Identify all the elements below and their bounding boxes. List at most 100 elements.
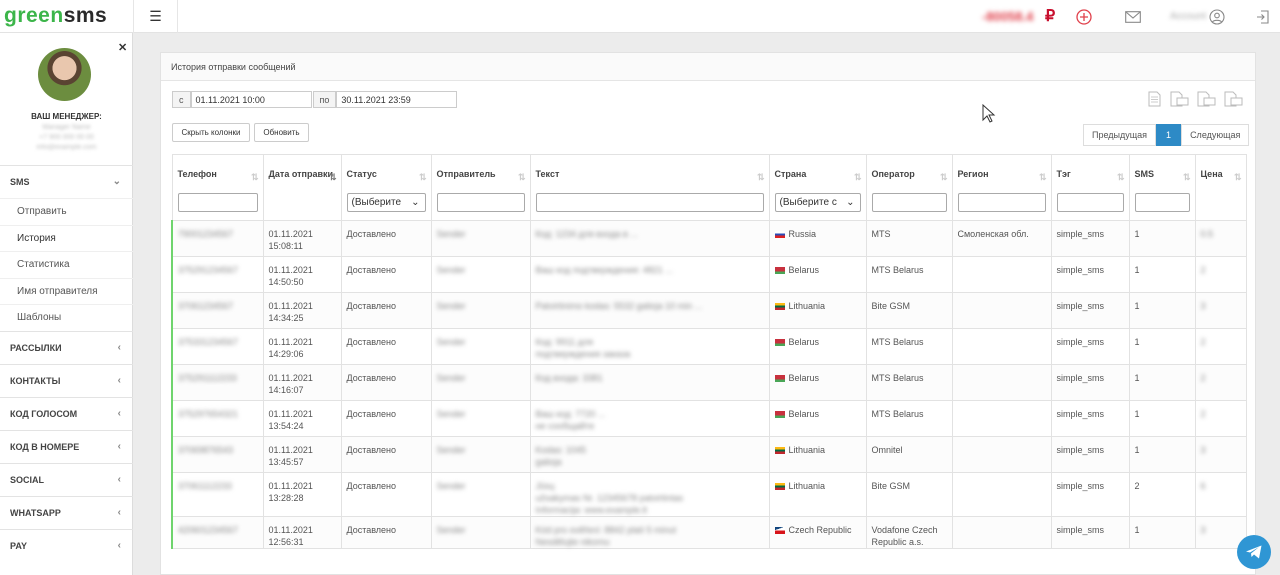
table-row[interactable]: 37061234567 01.11.2021 14:34:25 Доставлено S…	[171, 292, 1247, 329]
table-row[interactable]: 375331234567 01.11.2021 14:29:06 Доставлено…	[171, 328, 1247, 365]
add-balance-icon[interactable]	[1075, 8, 1092, 25]
cell-text: Patvirtinimo kodas: 5532 galioja 10 min …	[529, 292, 770, 329]
sidebar-section-voice-code[interactable]: КОД ГОЛОСОМ ‹	[0, 396, 133, 430]
country-filter-select[interactable]: (Выберите с ⌄	[774, 193, 861, 212]
date-to-input[interactable]: 30.11.2021 23:59	[336, 91, 458, 108]
message-text-line: Ваш код: 7720 ...	[535, 409, 606, 419]
col-operator[interactable]: Оператор ⇅	[865, 154, 953, 221]
message-text-line: Код: 9911 для	[535, 337, 594, 347]
sender-filter-input[interactable]	[436, 193, 525, 212]
table-row[interactable]: 37069876543 01.11.2021 13:45:57 Доставлено S…	[171, 436, 1247, 473]
manager-email: info@example.com	[36, 144, 97, 151]
sidebar-item-sender-name[interactable]: Имя отправителя	[0, 277, 133, 305]
cell-price: 0.5	[1194, 220, 1247, 257]
table-row[interactable]: 375291234567 01.11.2021 14:50:50 Доставлено…	[171, 256, 1247, 293]
sidebar-item-history[interactable]: История	[0, 224, 133, 252]
cell-date: 01.11.2021 15:08:11	[262, 220, 342, 257]
col-price[interactable]: Цена ⇅	[1194, 154, 1247, 221]
export-excel-icon[interactable]	[1196, 91, 1216, 107]
col-phone[interactable]: Телефон ⇅	[171, 154, 264, 221]
col-sender[interactable]: Отправитель ⇅	[430, 154, 531, 221]
close-icon[interactable]: ✕	[118, 41, 127, 54]
cell-text: Код входа: 3381	[529, 364, 770, 401]
cell-date: 01.11.2021 14:34:25	[262, 292, 342, 329]
panel-title: История отправки сообщений	[161, 53, 1255, 81]
current-page-button[interactable]: 1	[1156, 124, 1182, 146]
refresh-button[interactable]: Обновить	[254, 123, 309, 142]
message-text-line: Kód pro ověření: 8842 platí 5 minut	[535, 525, 677, 535]
message-text-line: Nesdělujte nikomu	[535, 537, 610, 547]
cell-sms: 1	[1128, 436, 1196, 473]
user-name[interactable]: Account	[1170, 11, 1206, 22]
sidebar: ✕ ВАШ МЕНЕДЖЕР: Manager Name +7 900 000 …	[0, 33, 133, 575]
cell-phone: 37061112233	[171, 472, 264, 517]
lt-flag-icon	[774, 447, 785, 454]
col-status[interactable]: Статус ⇅ (Выберите ⌄	[340, 154, 432, 221]
chevron-left-icon: ‹	[117, 374, 121, 386]
text-filter-input[interactable]	[535, 193, 764, 212]
region-filter-input[interactable]	[957, 193, 1046, 212]
message-text-line: užsakymas Nr. 12345678 patvirtintas	[535, 493, 684, 503]
table-row[interactable]: 420601234567 01.11.2021 12:56:31 Доставлено…	[171, 516, 1247, 549]
cell-sender: Sender	[430, 220, 531, 257]
logo[interactable]: greensms	[4, 4, 107, 28]
cell-status: Доставлено	[340, 516, 432, 549]
telegram-chat-button[interactable]	[1237, 535, 1271, 569]
col-region[interactable]: Регион ⇅	[951, 154, 1052, 221]
sidebar-section-contacts[interactable]: КОНТАКТЫ ‹	[0, 363, 133, 397]
manager-phone: +7 900 000 00 00	[39, 134, 94, 141]
hide-columns-button[interactable]: Скрыть колонки	[172, 123, 250, 142]
table-row[interactable]: 37061112233 01.11.2021 13:28:28 Доставлено S…	[171, 472, 1247, 517]
sidebar-item-statistics[interactable]: Статистика	[0, 251, 133, 278]
status-filter-select[interactable]: (Выберите ⌄	[346, 193, 426, 212]
col-country[interactable]: Страна ⇅ (Выберите с ⌄	[768, 154, 867, 221]
sidebar-section-social[interactable]: SOCIAL ‹	[0, 462, 133, 496]
col-tag[interactable]: Тэг ⇅	[1050, 154, 1130, 221]
export-csv-icon[interactable]	[1169, 91, 1189, 107]
export-print-icon[interactable]	[1147, 91, 1162, 107]
prev-page-button[interactable]: Предыдущая	[1083, 124, 1157, 146]
message-text-line: Код входа: 3381	[535, 373, 603, 383]
menu-toggle-icon[interactable]: ☰	[133, 0, 178, 33]
user-icon[interactable]	[1208, 8, 1225, 25]
col-sms[interactable]: SMS ⇅	[1128, 154, 1196, 221]
cell-sms: 1	[1128, 292, 1196, 329]
sidebar-section-pay[interactable]: PAY ‹	[0, 528, 133, 562]
table-row[interactable]: 375291112233 01.11.2021 14:16:07 Доставлено…	[171, 364, 1247, 401]
sidebar-section-mailings[interactable]: РАССЫЛКИ ‹	[0, 330, 133, 364]
cell-tag: simple_sms	[1050, 364, 1130, 401]
tag-filter-input[interactable]	[1056, 193, 1124, 212]
export-icons	[1147, 91, 1243, 107]
cell-country: Lithuania	[768, 472, 867, 517]
sidebar-item-send[interactable]: Отправить	[0, 198, 133, 225]
export-pdf-icon[interactable]	[1223, 91, 1243, 107]
table-row[interactable]: 79001234567 01.11.2021 15:08:11 Доставлено S…	[171, 220, 1247, 257]
cell-phone: 79001234567	[171, 220, 264, 257]
chevron-left-icon: ‹	[117, 539, 121, 551]
cell-text: Код: 1234 для входа в ...	[529, 220, 770, 257]
operator-filter-input[interactable]	[871, 193, 947, 212]
next-page-button[interactable]: Следующая	[1181, 124, 1250, 146]
sort-icon: ⇅	[418, 172, 427, 182]
sidebar-section-sms[interactable]: SMS ⌄	[0, 165, 133, 198]
cell-phone: 37061234567	[171, 292, 264, 329]
sms-filter-input[interactable]	[1134, 193, 1190, 212]
cell-region	[951, 516, 1052, 549]
cell-operator: Omnitel	[865, 436, 953, 473]
table-row[interactable]: 375297654321 01.11.2021 13:54:24 Доставлено…	[171, 400, 1247, 437]
cell-status: Доставлено	[340, 436, 432, 473]
phone-filter-input[interactable]	[177, 193, 258, 212]
date-from-input[interactable]: 01.11.2021 10:00	[190, 91, 312, 108]
logout-icon[interactable]	[1254, 8, 1271, 25]
sidebar-section-whatsapp[interactable]: WHATSAPP ‹	[0, 495, 133, 529]
col-text[interactable]: Текст ⇅	[529, 154, 770, 221]
cell-region	[951, 436, 1052, 473]
sidebar-section-number-code[interactable]: КОД В НОМЕРЕ ‹	[0, 429, 133, 463]
cell-country: Belarus	[768, 400, 867, 437]
cell-phone: 375291234567	[171, 256, 264, 293]
mail-icon[interactable]	[1124, 8, 1141, 25]
sidebar-item-templates[interactable]: Шаблоны	[0, 304, 133, 331]
cell-date: 01.11.2021 14:50:50	[262, 256, 342, 293]
col-date[interactable]: Дата отправки ⇅	[262, 154, 342, 221]
pagination: Предыдущая 1 Следующая	[1083, 124, 1250, 146]
